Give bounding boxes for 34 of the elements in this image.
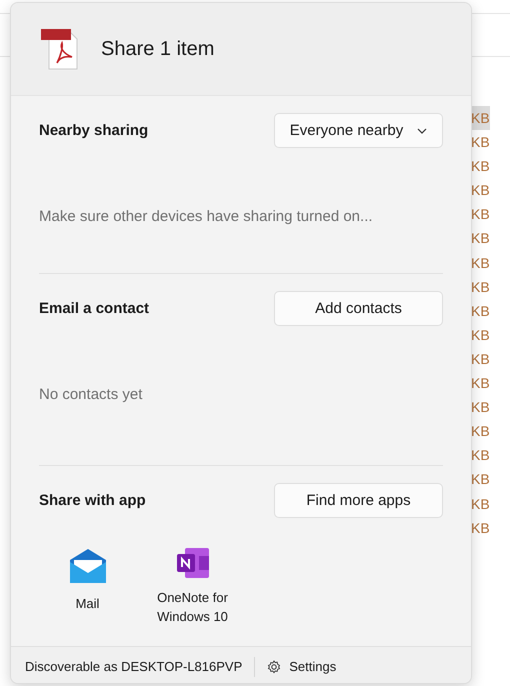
file-size: KB bbox=[470, 133, 490, 152]
app-tile[interactable]: Mail bbox=[35, 544, 140, 630]
file-size: KB bbox=[470, 302, 490, 321]
file-size: KB bbox=[470, 229, 490, 248]
action-button[interactable]: Add contacts bbox=[274, 291, 443, 326]
settings-button[interactable]: Settings bbox=[267, 659, 336, 674]
app-tile[interactable]: OneNote for Windows 10 bbox=[140, 544, 245, 630]
file-size: KB bbox=[470, 157, 490, 176]
file-size: KB bbox=[470, 494, 490, 514]
section-message: Make sure other devices have sharing turned on... bbox=[39, 208, 374, 225]
file-size: KB bbox=[470, 470, 490, 490]
discoverable-status: Discoverable as DESKTOP-L816PVP bbox=[25, 659, 242, 674]
chevron-down-icon bbox=[417, 128, 428, 134]
file-size: KB bbox=[470, 326, 490, 345]
file-size: KB bbox=[470, 254, 490, 273]
file-size: KB bbox=[470, 278, 490, 297]
action-button[interactable]: Find more apps bbox=[274, 483, 443, 518]
dialog-title: Share 1 item bbox=[101, 38, 214, 60]
file-size: KB bbox=[470, 205, 490, 224]
file-size: KB bbox=[470, 181, 490, 200]
envelope-icon bbox=[68, 548, 106, 584]
file-size: KB bbox=[470, 422, 490, 442]
file-size: KB bbox=[470, 350, 490, 369]
section-label: Nearby sharing bbox=[39, 122, 148, 139]
section-label: Share with app bbox=[39, 492, 146, 509]
section-label: Email a contact bbox=[39, 300, 150, 317]
sharing-dropdown[interactable]: Everyone nearby bbox=[274, 113, 443, 148]
file-size: KB bbox=[470, 446, 490, 466]
section-message: No contacts yet bbox=[39, 386, 144, 403]
notebook-icon bbox=[176, 548, 208, 578]
file-size: KB bbox=[470, 398, 490, 418]
settings-icon bbox=[267, 660, 282, 674]
file-size: KB bbox=[470, 374, 490, 394]
file-size: KB bbox=[470, 518, 490, 538]
